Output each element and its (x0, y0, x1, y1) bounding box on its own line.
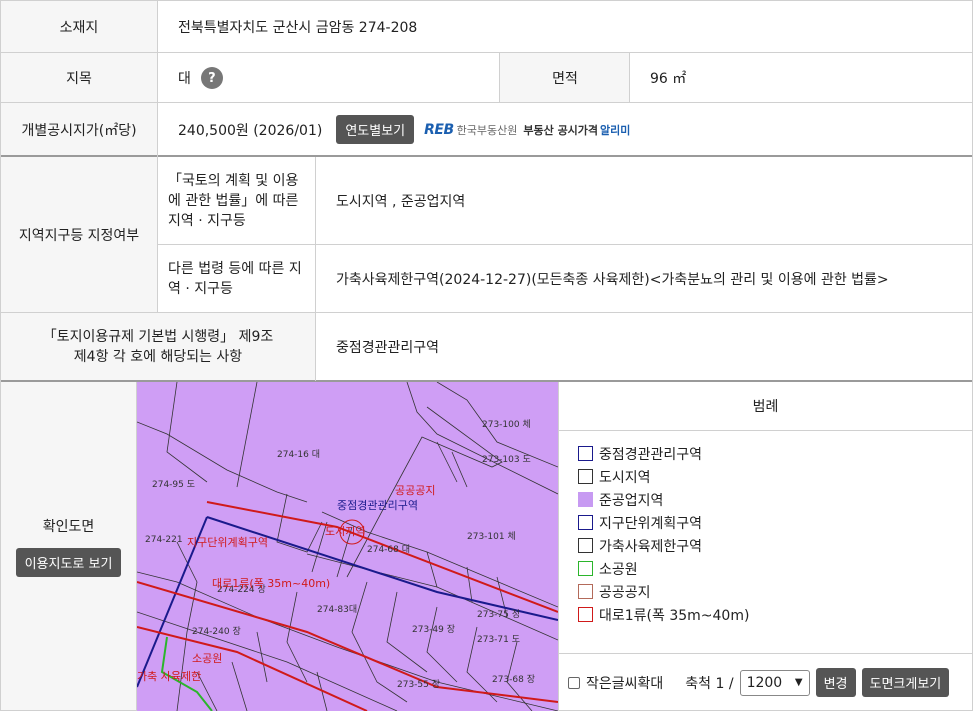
legend-item: 소공원 (578, 557, 973, 580)
reb-highlight: 알리미 (600, 123, 631, 137)
help-icon[interactable]: ? (200, 67, 223, 89)
parcel-label: 273-101 체 (467, 531, 516, 542)
location-value: 전북특별자치도 군산시 금암동 274-208 (178, 19, 418, 36)
price-value: 240,500원 (2026/01) (178, 122, 323, 139)
yearly-view-button[interactable]: 연도별보기 (336, 115, 415, 144)
parcel-label: 273-68 장 (492, 674, 535, 685)
zone-label-livestock: 가축 사육제한 (137, 670, 201, 683)
law2-value: 가축사육제한구역(2024-12-27)(모든축종 사육제한)<가축분뇨의 관리… (336, 272, 889, 288)
cadastral-map[interactable]: 273-100 체 274-16 대 273-101 체 274-68 대 27… (137, 382, 558, 711)
law1-label: 「국토의 계획 및 이용에 관한 법률」에 따른 지역 · 지구등 (168, 173, 299, 229)
divider (0, 0, 973, 1)
divider (158, 244, 973, 245)
legend-item: 도시지역 (578, 465, 973, 488)
legend-item: 준공업지역 (578, 488, 973, 511)
jimok-cell: 대 ? (158, 53, 500, 103)
scale-select[interactable]: 1200 ▼ (739, 669, 810, 696)
zone-label-urban: 도시지역 (325, 525, 365, 538)
area-value: 96 ㎡ (650, 71, 687, 87)
zone-label-park: 소공원 (192, 652, 222, 665)
map-controls: 작은글씨확대 축척 1 / 1200 ▼ 변경 도면크게보기 (558, 653, 973, 711)
law1-value: 도시지역 , 준공업지역 (336, 194, 466, 210)
legend-title: 범례 (558, 382, 973, 431)
regulation-label: 「토지이용규제 기본법 시행령」 제9조 제4항 각 호에 해당되는 사항 (0, 313, 316, 381)
zone-label-public: 공공공지 (395, 484, 435, 497)
land-use-map-button[interactable]: 이용지도로 보기 (15, 548, 122, 577)
reb-logo: REB (424, 121, 454, 138)
divider (315, 157, 316, 381)
confirm-cell: 확인도면 이용지도로 보기 (0, 382, 137, 711)
jimok-label: 지목 (0, 53, 158, 103)
divider (157, 0, 158, 313)
legend-list: 중점경관관리구역 도시지역 준공업지역 지구단위계획구역 가축사육제한구역 소공… (558, 431, 973, 626)
location-label: 소재지 (0, 0, 158, 53)
legend-label: 도시지역 (599, 469, 651, 486)
enlarge-map-button[interactable]: 도면크게보기 (861, 668, 950, 697)
legend-swatch (578, 492, 593, 507)
divider (499, 53, 500, 103)
reb-org: 한국부동산원 (456, 123, 518, 137)
divider (0, 312, 973, 313)
parcel-label: 273-49 장 (412, 624, 455, 635)
legend-item: 가축사육제한구역 (578, 534, 973, 557)
map-svg: 273-100 체 274-16 대 273-101 체 274-68 대 27… (137, 382, 558, 711)
reb-link[interactable]: REB 한국부동산원 부동산 공시가격 알리미 (424, 122, 630, 138)
small-text-label: 작은글씨확대 (586, 675, 664, 692)
reb-text: 부동산 공시가격 (523, 123, 599, 137)
zone-label-landscape: 중점경관관리구역 (337, 499, 418, 512)
legend-label: 소공원 (599, 561, 638, 578)
divider (0, 102, 973, 103)
divider (0, 155, 973, 157)
parcel-label: 273-100 체 (482, 419, 531, 430)
legend-swatch (578, 561, 593, 576)
legend-item: 대로1류(폭 35m~40m) (578, 603, 973, 626)
parcel-label: 274-221 (145, 535, 183, 545)
scale-label: 축척 1 / (685, 675, 734, 692)
legend-label: 준공업지역 (599, 492, 664, 509)
price-label: 개별공시지가(㎡당) (0, 103, 158, 156)
legend-panel: 범례 중점경관관리구역 도시지역 준공업지역 지구단위계획구역 가축사육제한구역… (558, 382, 973, 711)
zone-label: 지역지구등 지정여부 (0, 157, 158, 313)
confirm-label: 확인도면 (42, 519, 95, 535)
small-text-checkbox[interactable] (568, 676, 580, 689)
parcel-label: 274-83대 (317, 604, 357, 615)
area-label: 면적 (500, 53, 630, 103)
legend-item: 지구단위계획구역 (578, 511, 973, 534)
chevron-down-icon: ▼ (794, 677, 803, 688)
divider (629, 53, 630, 103)
legend-swatch (578, 538, 593, 553)
legend-swatch (578, 515, 593, 530)
zone-label-road: 대로1류(폭 35m~40m) (212, 577, 330, 590)
parcel-label: 273-103 도 (482, 455, 531, 465)
parcel-label: 273-71 도 (477, 635, 520, 645)
legend-label: 공공공지 (599, 584, 651, 601)
parcel-label: 274-95 도 (152, 480, 195, 490)
parcel-label: 273-55 장 (397, 679, 440, 690)
parcel-label: 274-16 대 (277, 449, 320, 460)
legend-label: 중점경관관리구역 (599, 446, 703, 463)
legend-swatch (578, 607, 593, 622)
legend-label: 지구단위계획구역 (599, 515, 703, 532)
legend-swatch (578, 469, 593, 484)
divider (0, 0, 1, 711)
parcel-label: 274-68 대 (367, 544, 410, 555)
scale-value: 1200 (746, 674, 783, 691)
legend-item: 중점경관관리구역 (578, 442, 973, 465)
price-cell: 240,500원 (2026/01) 연도별보기 REB 한국부동산원 부동산 … (158, 103, 973, 156)
parcel-label: 273-75 정 (477, 609, 520, 620)
jimok-value: 대 (178, 71, 191, 87)
regulation-value: 중점경관관리구역 (336, 340, 440, 356)
legend-item: 공공공지 (578, 580, 973, 603)
divider (0, 52, 973, 53)
legend-label: 대로1류(폭 35m~40m) (599, 607, 750, 624)
legend-swatch (578, 446, 593, 461)
parcel-label: 274-240 장 (192, 626, 241, 637)
scale-change-button[interactable]: 변경 (815, 668, 856, 697)
zone-label-district: 지구단위계획구역 (187, 536, 268, 549)
law2-label: 다른 법령 등에 따른 지역 · 지구등 (168, 261, 302, 297)
legend-label: 가축사육제한구역 (599, 538, 703, 555)
legend-swatch (578, 584, 593, 599)
